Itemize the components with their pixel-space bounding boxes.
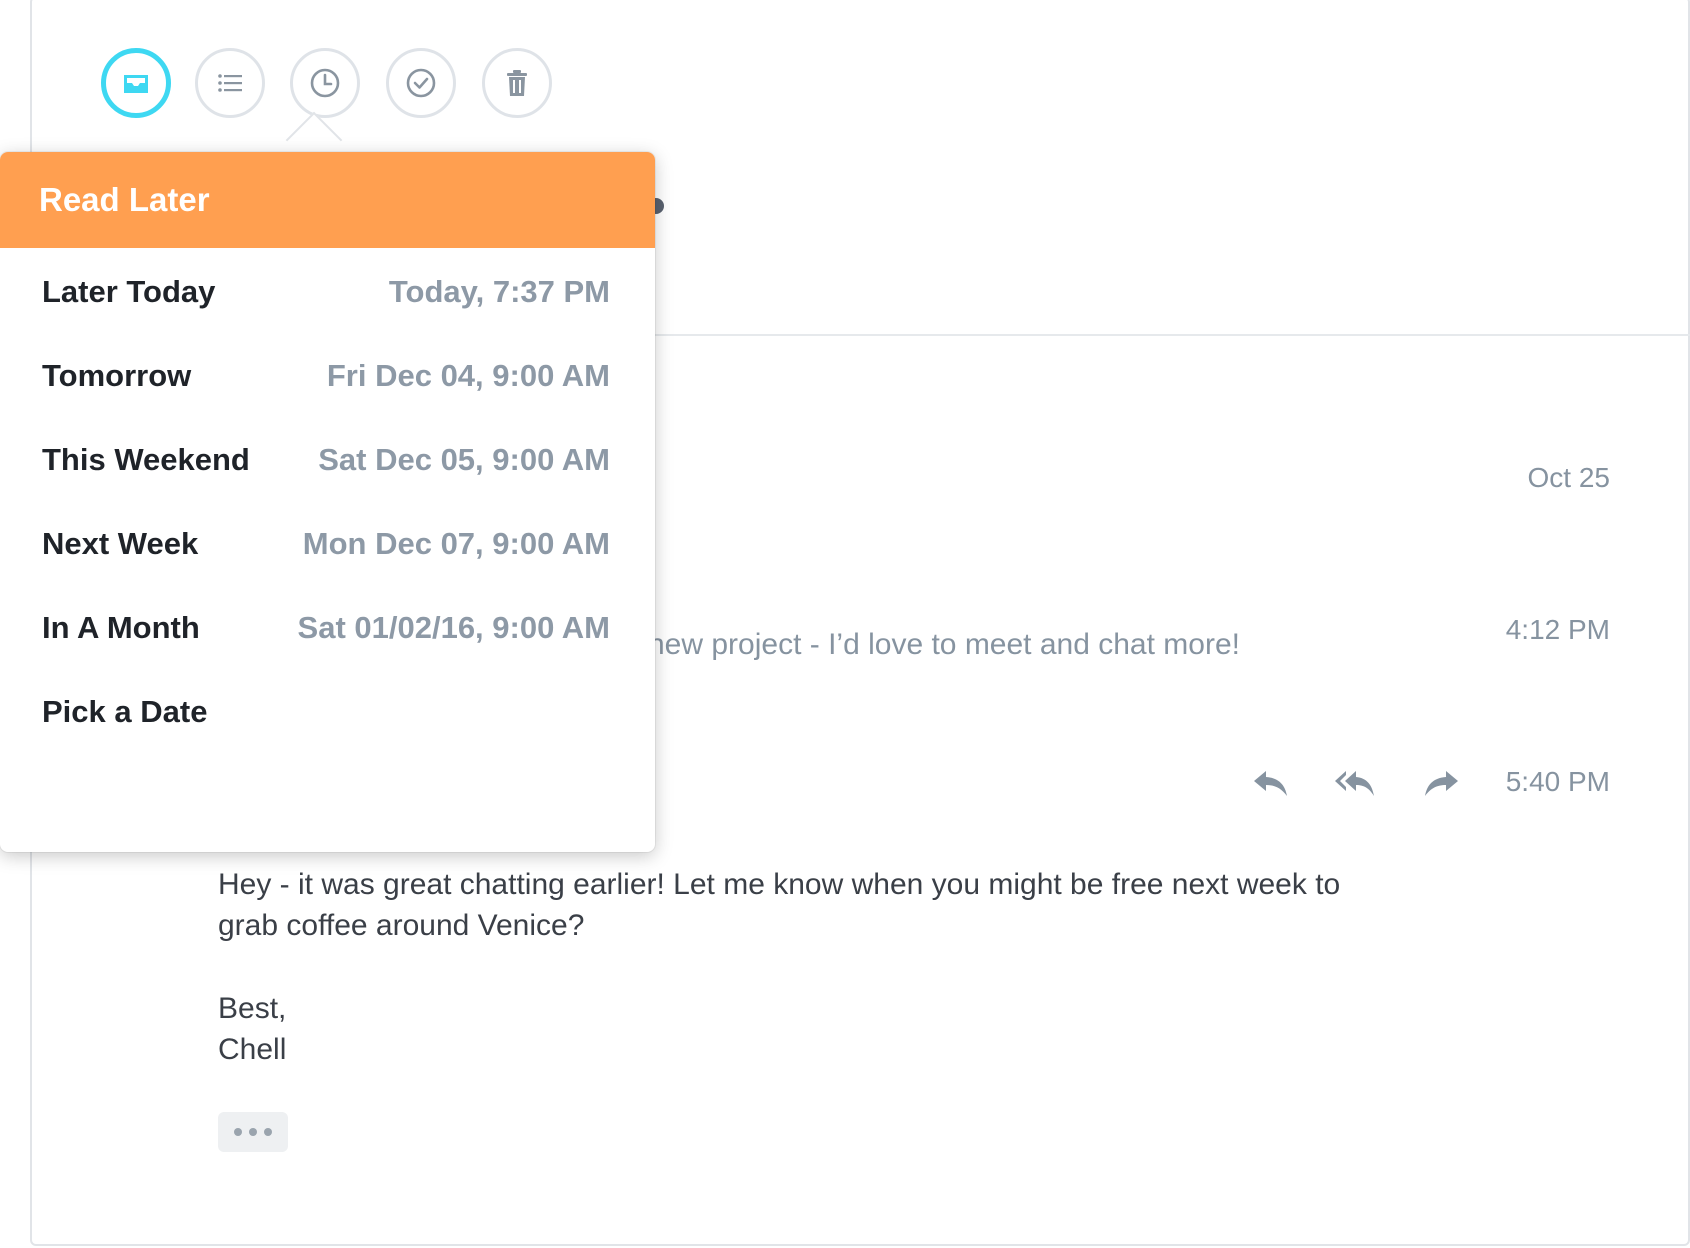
message-body-line: grab coffee around Venice? [218,909,585,942]
read-later-button[interactable] [290,48,360,118]
option-label: Pick a Date [42,694,208,729]
message-body-line: Hey - it was great chatting earlier! Let… [218,868,1341,901]
option-time: Sat Dec 05, 9:00 AM [318,442,610,477]
option-label: Tomorrow [42,358,192,393]
message-signoff: Best, [218,992,287,1025]
message-snippet[interactable]: new project - I’d love to meet and chat … [648,628,1240,662]
list-icon [218,74,242,92]
reply-button[interactable] [1250,762,1294,802]
list-button[interactable] [195,48,265,118]
forward-button[interactable] [1418,762,1462,802]
forward-icon [1425,771,1458,796]
option-time: Fri Dec 04, 9:00 AM [326,358,610,393]
snooze-option-tomorrow[interactable]: Tomorrow Fri Dec 04, 9:00 AM [0,334,655,418]
read-later-popover: Read Later Later Today Today, 7:37 PM To… [0,152,655,852]
message-signature: Chell [218,1033,287,1066]
message-time: 4:12 PM [1505,614,1610,645]
message-time: Oct 25 [1527,462,1610,493]
option-time: Mon Dec 07, 9:00 AM [302,526,610,561]
inbox-button[interactable] [101,48,171,118]
app-stage: Oct 25 4:12 PM new project - I’d love to… [0,0,1690,1248]
reply-all-icon [1335,771,1374,796]
popover-title: Read Later [0,152,655,248]
option-label: Later Today [42,274,216,309]
snooze-option-later-today[interactable]: Later Today Today, 7:37 PM [0,250,655,334]
reply-all-button[interactable] [1334,762,1378,802]
option-time: Today, 7:37 PM [388,274,610,309]
message-time: 5:40 PM [1505,766,1610,797]
show-quoted-button[interactable] [218,1112,288,1152]
trash-icon [507,70,527,96]
snooze-option-this-weekend[interactable]: This Weekend Sat Dec 05, 9:00 AM [0,418,655,502]
reply-icon [1254,771,1287,796]
ellipsis-icon [234,1128,242,1136]
delete-button[interactable] [482,48,552,118]
clock-icon [310,68,340,98]
inbox-tray-icon [124,75,148,93]
option-label: In A Month [42,610,200,645]
snooze-option-pick-a-date[interactable]: Pick a Date [0,670,655,754]
snooze-option-in-a-month[interactable]: In A Month Sat 01/02/16, 9:00 AM [0,586,655,670]
checkmark-circle-icon [406,68,436,98]
option-label: This Weekend [42,442,250,477]
header-divider [640,334,1690,336]
done-button[interactable] [386,48,456,118]
option-time: Sat 01/02/16, 9:00 AM [297,610,610,645]
option-label: Next Week [42,526,199,561]
snooze-option-next-week[interactable]: Next Week Mon Dec 07, 9:00 AM [0,502,655,586]
